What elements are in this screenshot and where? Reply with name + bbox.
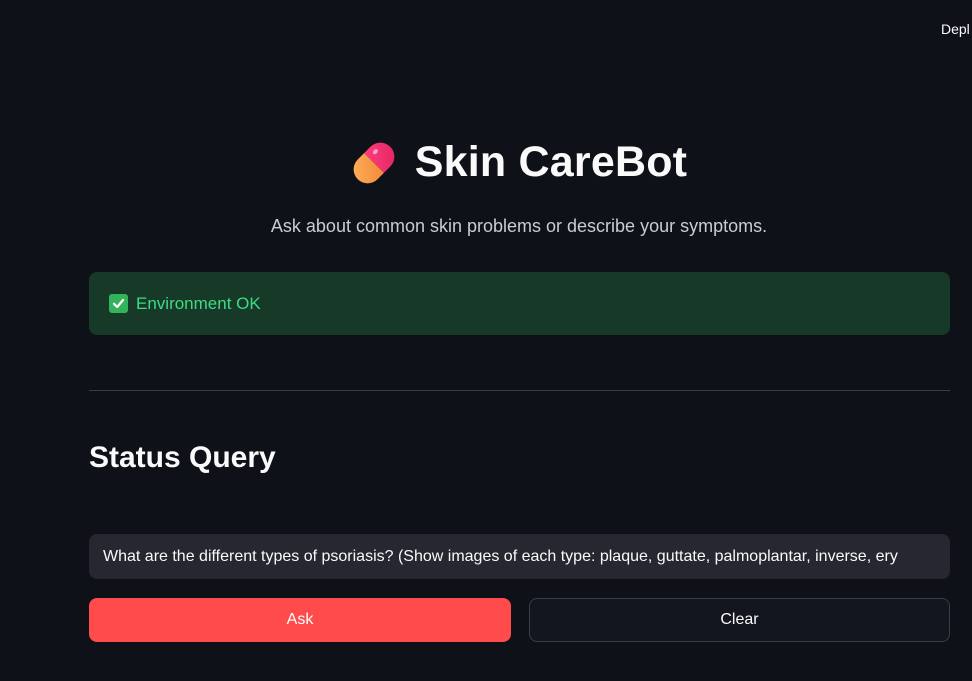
title-row: Skin CareBot: [0, 138, 972, 187]
check-icon: [109, 294, 128, 313]
title-group: Skin CareBot: [351, 138, 687, 187]
app-subtitle: Ask about common skin problems or descri…: [270, 216, 768, 236]
pill-icon: [353, 142, 395, 183]
deploy-button[interactable]: Depl: [941, 21, 970, 37]
ask-button[interactable]: Ask: [89, 598, 511, 642]
app-title: Skin CareBot: [414, 138, 688, 186]
clear-button[interactable]: Clear: [529, 598, 950, 642]
query-input[interactable]: [89, 534, 950, 579]
section-heading: Status Query: [89, 441, 276, 474]
status-alert: Environment OK: [89, 272, 950, 335]
app-page: Depl Skin CareBot Ask about common skin …: [0, 0, 972, 681]
status-text: Environment OK: [136, 293, 261, 313]
divider: [89, 390, 950, 391]
